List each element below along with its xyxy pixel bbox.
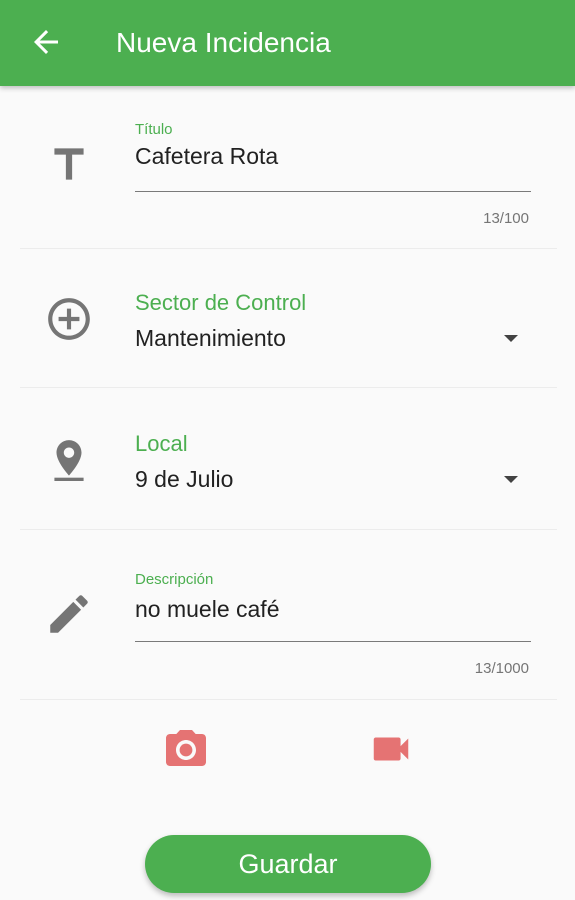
back-button[interactable] <box>28 24 64 60</box>
videocam-icon <box>373 737 409 761</box>
save-button[interactable]: Guardar <box>145 835 431 893</box>
arrow-drop-down-icon <box>504 335 518 342</box>
description-field-label: Descripción <box>135 571 214 588</box>
title-input[interactable] <box>135 143 515 170</box>
divider <box>20 529 557 530</box>
arrow-drop-down-icon <box>504 476 518 483</box>
add-circle-icon <box>48 298 90 340</box>
take-photo-button[interactable] <box>162 726 210 774</box>
record-video-button[interactable] <box>368 726 414 772</box>
text-title-icon <box>54 148 84 180</box>
divider <box>20 387 557 388</box>
page-title: Nueva Incidencia <box>116 27 331 58</box>
divider <box>20 699 557 700</box>
title-field-label: Título <box>135 121 173 138</box>
local-selected-value: 9 de Julio <box>135 466 234 492</box>
arrow-back-icon <box>34 30 58 54</box>
pencil-edit-icon <box>50 595 88 633</box>
description-underline <box>135 641 531 642</box>
sector-selected-value: Mantenimiento <box>135 325 286 351</box>
title-char-counter: 13/100 <box>483 210 529 227</box>
camera-icon <box>166 730 206 766</box>
description-input[interactable] <box>135 596 515 623</box>
sector-label: Sector de Control <box>135 290 307 315</box>
app-bar: Nueva Incidencia <box>0 0 575 86</box>
title-underline <box>135 191 531 192</box>
divider <box>20 248 557 249</box>
local-label: Local <box>135 431 188 456</box>
location-pin-icon <box>54 440 84 481</box>
description-char-counter: 13/1000 <box>474 660 529 677</box>
